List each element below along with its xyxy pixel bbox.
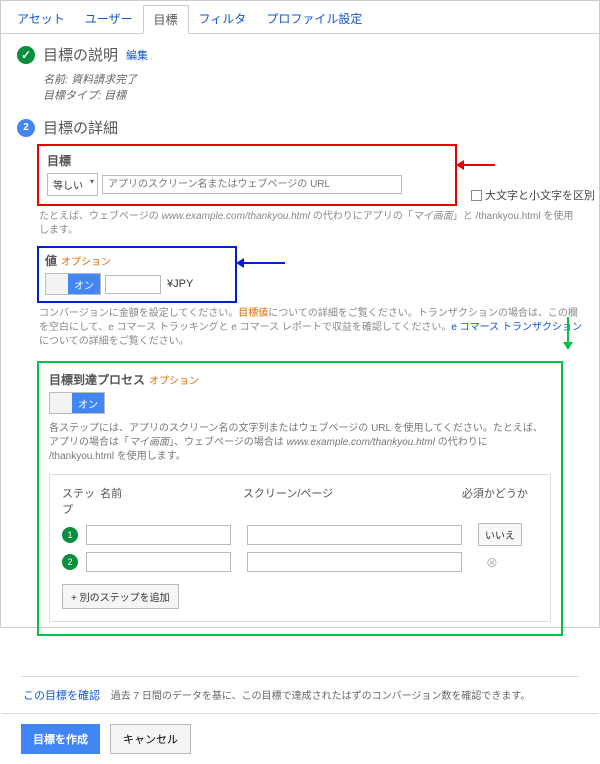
funnel-steps-table: ステップ 名前 スクリーン/ページ 必須かどうか 1 いいえ 2 ⊗ bbox=[49, 474, 551, 622]
funnel-toggle[interactable]: オン bbox=[49, 392, 105, 414]
funnel-step-row: 1 いいえ bbox=[62, 523, 538, 546]
step-screen-input[interactable] bbox=[247, 552, 462, 572]
tab-profile-settings[interactable]: プロファイル設定 bbox=[256, 5, 372, 33]
match-type-select[interactable]: 等しい bbox=[47, 173, 98, 196]
verify-goal-link[interactable]: この目標を確認 bbox=[23, 690, 100, 702]
goal-details-section: 2 目標の詳細 目標 等しい 大文字と小文字を区別 たとえば、ウェブページの w… bbox=[17, 117, 583, 636]
step-screen-input[interactable] bbox=[247, 525, 462, 545]
delete-step-icon[interactable]: ⊗ bbox=[486, 554, 498, 571]
arrow-blue-icon bbox=[239, 262, 285, 264]
value-input[interactable] bbox=[105, 275, 161, 294]
tab-assets[interactable]: アセット bbox=[7, 5, 75, 33]
currency-label: ¥JPY bbox=[167, 278, 193, 290]
funnel-box: 目標到達プロセスオプション オン 各ステップには、アプリのスクリーン名の文字列ま… bbox=[37, 361, 563, 636]
goal-value-box: 値オプション オン ¥JPY bbox=[37, 246, 237, 303]
step-name-input[interactable] bbox=[86, 525, 231, 545]
arrow-red-icon bbox=[459, 164, 495, 166]
goal-description-section: 目標の説明 編集 名前: 資料請求完了 目標タイプ: 目標 bbox=[17, 44, 583, 103]
required-toggle[interactable]: いいえ bbox=[478, 523, 522, 546]
edit-link[interactable]: 編集 bbox=[126, 47, 148, 63]
cancel-button[interactable]: キャンセル bbox=[110, 724, 191, 754]
section-title: 目標の説明 bbox=[43, 44, 118, 65]
case-sensitive-checkbox-row[interactable]: 大文字と小文字を区別 bbox=[471, 187, 595, 203]
goal-destination-box: 目標 等しい bbox=[37, 144, 457, 206]
checkmark-icon bbox=[17, 46, 35, 64]
checkbox-icon[interactable] bbox=[471, 190, 482, 201]
footer: 目標を作成 キャンセル bbox=[1, 713, 599, 764]
funnel-description: 各ステップには、アプリのスクリーン名の文字列またはウェブページの URL を使用… bbox=[49, 422, 551, 464]
step-name-input[interactable] bbox=[86, 552, 231, 572]
step-2-icon: 2 bbox=[17, 119, 35, 137]
value-toggle[interactable]: オン bbox=[45, 273, 101, 295]
create-goal-button[interactable]: 目標を作成 bbox=[21, 724, 100, 754]
tab-bar: アセット ユーザー 目標 フィルタ プロファイル設定 bbox=[1, 1, 599, 34]
verify-row: この目標を確認 過去 7 日間のデータを基に、この目標で達成されたはずのコンバー… bbox=[21, 676, 579, 713]
box-title: 目標 bbox=[47, 152, 447, 169]
section-title: 目標の詳細 bbox=[43, 117, 118, 138]
destination-input[interactable] bbox=[102, 175, 402, 194]
tab-users[interactable]: ユーザー bbox=[75, 5, 143, 33]
step-number-icon: 2 bbox=[62, 554, 78, 570]
step-number-icon: 1 bbox=[62, 527, 78, 543]
add-step-button[interactable]: + 別のステップを追加 bbox=[62, 584, 179, 609]
value-hint: コンバージョンに金額を設定してください。目標値についての詳細をご覧ください。トラ… bbox=[39, 307, 583, 349]
tab-filters[interactable]: フィルタ bbox=[189, 5, 257, 33]
arrow-green-icon bbox=[567, 317, 569, 347]
funnel-step-row: 2 ⊗ bbox=[62, 552, 538, 572]
destination-hint: たとえば、ウェブページの www.example.com/thankyou.ht… bbox=[39, 210, 583, 238]
tab-goals[interactable]: 目標 bbox=[143, 5, 189, 34]
